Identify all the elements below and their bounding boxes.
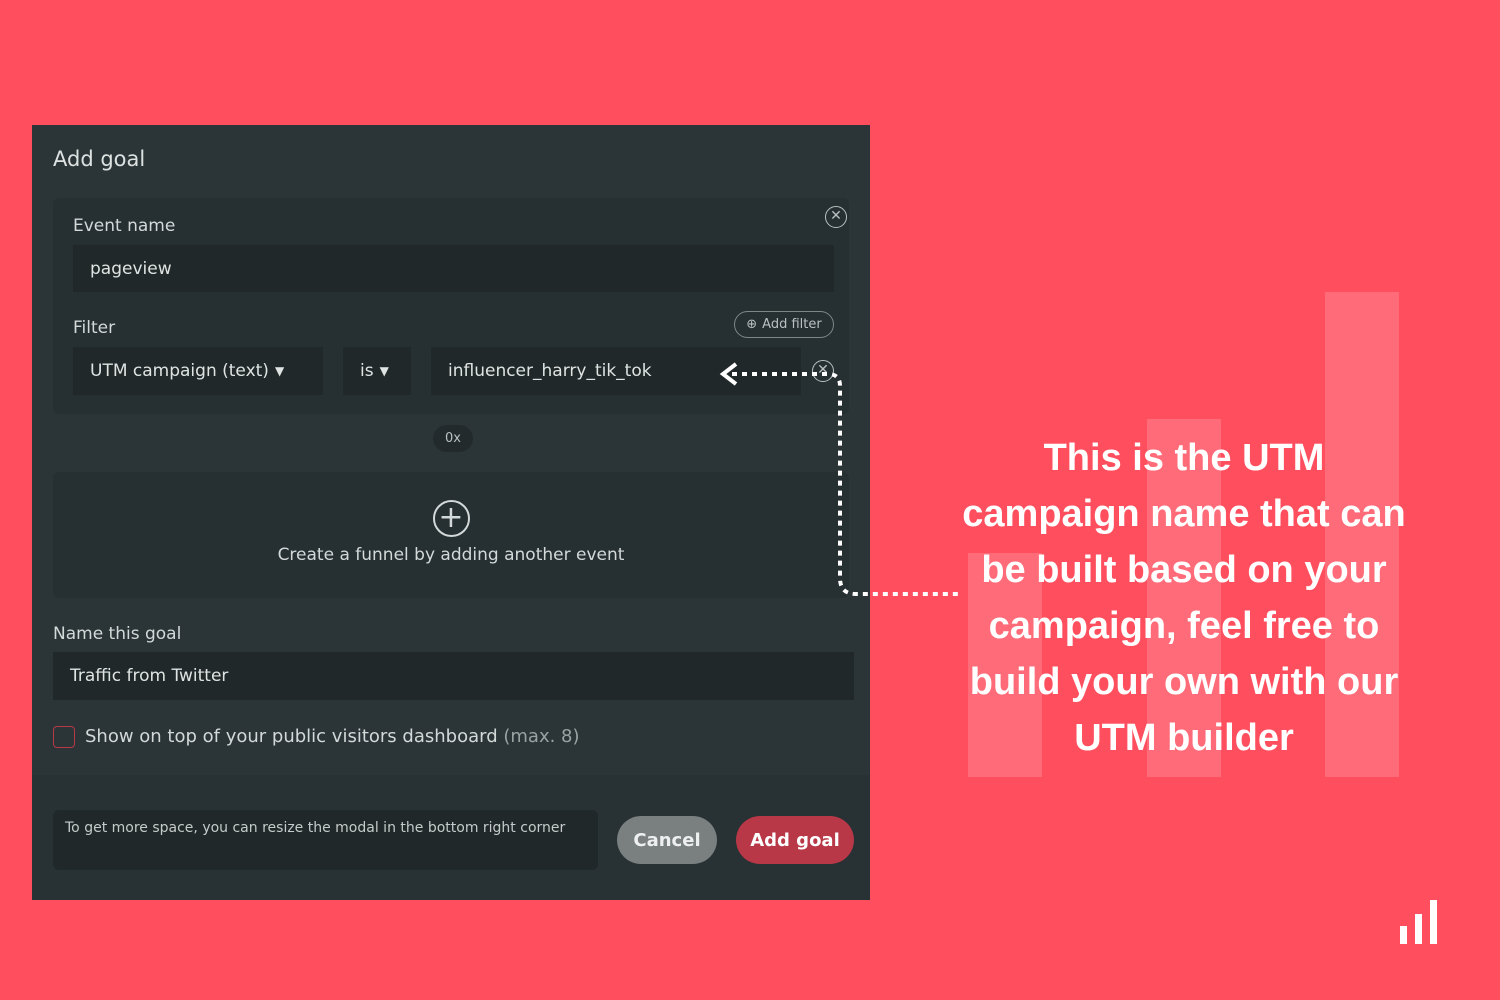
caption-text: This is the UTM campaign name that can b… xyxy=(962,437,1406,759)
logo-icon xyxy=(1400,900,1437,944)
